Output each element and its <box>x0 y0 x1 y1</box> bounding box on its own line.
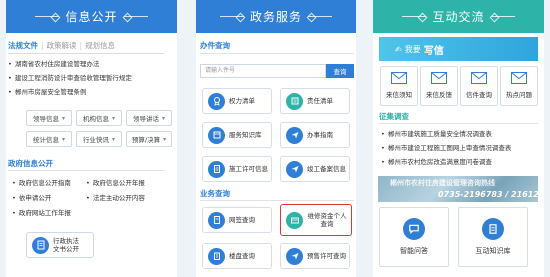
doc-icon <box>208 211 225 229</box>
ornament-icon <box>123 13 148 20</box>
ornament-icon <box>402 13 427 20</box>
completion-record-button[interactable]: 竣工备案信息 <box>280 156 350 182</box>
pill-budget[interactable]: 预算/决算 ▾ <box>126 131 172 147</box>
section-divider <box>8 170 164 171</box>
link-annual-report[interactable]: 政府信息公开年报 <box>86 176 145 191</box>
doc-icon <box>482 218 504 240</box>
building-icon <box>208 247 225 265</box>
send-icon <box>286 247 303 265</box>
gov-panel-header: 政务服务 <box>196 0 356 33</box>
envelope-icon <box>471 72 487 84</box>
tab-planning-info[interactable]: 规划信息 <box>85 41 115 50</box>
gov-info-title: 政府信息公开 <box>8 159 53 168</box>
info-tabs: 法规文件 | 政策解读 | 规划信息 <box>8 41 116 50</box>
law-documents-button[interactable]: 行政执法 文书公开 <box>26 232 94 258</box>
hot-issues-button[interactable]: 热点问题 <box>500 66 538 106</box>
ornament-icon <box>490 13 515 20</box>
write-letter-banner[interactable]: ✍ 我要 写信 <box>379 37 538 61</box>
chevron-down-icon: ▾ <box>163 135 167 143</box>
envelope-icon <box>391 72 407 84</box>
list-item[interactable]: 建设工程消防设计审查验收管理暂行规定 <box>8 71 132 85</box>
send-icon <box>286 160 303 178</box>
info-panel-title: 信息公开 <box>65 10 118 24</box>
send-icon <box>286 126 303 144</box>
section-divider <box>379 123 538 124</box>
smart-qa-button[interactable]: 智能问答 <box>379 207 449 267</box>
gov-info-links: 政府信息公开指南政府信息公开年报 依申请公开法定主动公开内容 政府网站工作年报 <box>12 176 145 221</box>
chevron-down-icon: ▾ <box>111 114 115 122</box>
case-number-input[interactable]: 请输入件号 <box>200 64 326 78</box>
envelope-icon <box>511 72 527 84</box>
hand-icon: ✍ <box>395 44 402 54</box>
doc-icon <box>208 160 225 178</box>
ornament-icon <box>308 13 332 20</box>
survey-list: 郴州市建筑施工质量安全情况调查表 郴州市建设工程施工图网上审查情况调查表 郴州市… <box>381 127 512 169</box>
link-website-report[interactable]: 政府网站工作年报 <box>12 206 71 221</box>
interact-panel-header: 互动交流 <box>373 0 544 33</box>
office-query-title: 办件查询 <box>200 41 230 50</box>
ornament-icon <box>219 13 244 20</box>
link-active-disclosure[interactable]: 法定主动公开内容 <box>86 191 145 206</box>
power-list-button[interactable]: 权力清单 <box>202 88 272 114</box>
pill-org-info[interactable]: 机构信息 ▾ <box>76 110 122 126</box>
business-query-title: 业务查询 <box>200 189 230 198</box>
search-button[interactable]: 查询 <box>326 64 354 78</box>
regulation-list: 湖南省农村住房建设管理办法 建设工程消防设计审查验收管理暂行规定 郴州市房屋安全… <box>8 57 132 99</box>
guide-button[interactable]: 办事指南 <box>280 122 350 148</box>
link-guide[interactable]: 政府信息公开指南 <box>12 176 86 191</box>
badge-icon <box>208 92 225 110</box>
pill-leader-info[interactable]: 领导信息 ▾ <box>26 110 72 126</box>
list-item[interactable]: 湖南省农村住房建设管理办法 <box>8 57 132 71</box>
chevron-down-icon: ▾ <box>161 114 165 122</box>
gov-panel-title: 政务服务 <box>249 10 302 24</box>
pill-leader-speech[interactable]: 领导讲话 ▾ <box>126 110 172 126</box>
letter-query-button[interactable]: 信件查询 <box>460 66 498 106</box>
chevron-down-icon: ▾ <box>111 135 115 143</box>
link-apply-disclosure[interactable]: 依申请公开 <box>12 191 86 206</box>
envelope-icon <box>431 72 447 84</box>
list-icon <box>286 92 303 110</box>
list-item[interactable]: 郴州市建设工程施工图网上审查情况调查表 <box>381 141 512 155</box>
interactive-knowledge-button[interactable]: 互动知识库 <box>458 207 528 267</box>
letter-notice-button[interactable]: 来信须知 <box>380 66 418 106</box>
pill-industry-news[interactable]: 行业快讯 ▾ <box>76 131 122 147</box>
info-panel-header: 信息公开 <box>6 0 177 33</box>
tab-policy-interpretation[interactable]: 政策解读 <box>47 41 77 50</box>
tab-regulations[interactable]: 法规文件 <box>8 41 38 50</box>
maintenance-fund-query-button[interactable]: 维修资金个人查询 <box>280 204 352 236</box>
section-divider <box>200 200 354 201</box>
survey-title: 征集调查 <box>379 112 409 121</box>
chevron-down-icon: ▾ <box>61 114 65 122</box>
letter-feedback-button[interactable]: 来信反馈 <box>420 66 458 106</box>
chevron-down-icon: ▾ <box>61 135 65 143</box>
wallet-icon <box>286 211 303 229</box>
list-item[interactable]: 郴州市农村危房改造满意度问卷调查 <box>381 155 511 169</box>
service-knowledge-button[interactable]: 服务知识库 <box>202 122 272 148</box>
pill-statistics[interactable]: 统计信息 ▾ <box>26 131 72 147</box>
document-icon <box>32 236 49 254</box>
list-item[interactable]: 郴州市房屋安全管理条例 <box>8 85 132 99</box>
responsibility-list-button[interactable]: 责任清单 <box>280 88 350 114</box>
chat-icon <box>403 218 425 240</box>
ornament-icon <box>35 13 60 20</box>
list-item[interactable]: 郴州市建筑施工质量安全情况调查表 <box>381 127 511 141</box>
presale-permit-query-button[interactable]: 预售许可查询 <box>280 243 350 269</box>
tab-divider <box>8 53 164 54</box>
construction-permit-button[interactable]: 施工许可信息 <box>202 156 272 182</box>
online-sign-query-button[interactable]: 网签查询 <box>202 207 272 233</box>
interact-panel-title: 互动交流 <box>432 10 485 24</box>
section-divider <box>200 53 354 54</box>
building-query-button[interactable]: 楼盘查询 <box>202 243 272 269</box>
book-icon <box>208 126 225 144</box>
hotline-banner-image[interactable]: 郴州市农村住房建设管理咨询热线 0735-2196783 / 2161232 <box>378 176 538 202</box>
